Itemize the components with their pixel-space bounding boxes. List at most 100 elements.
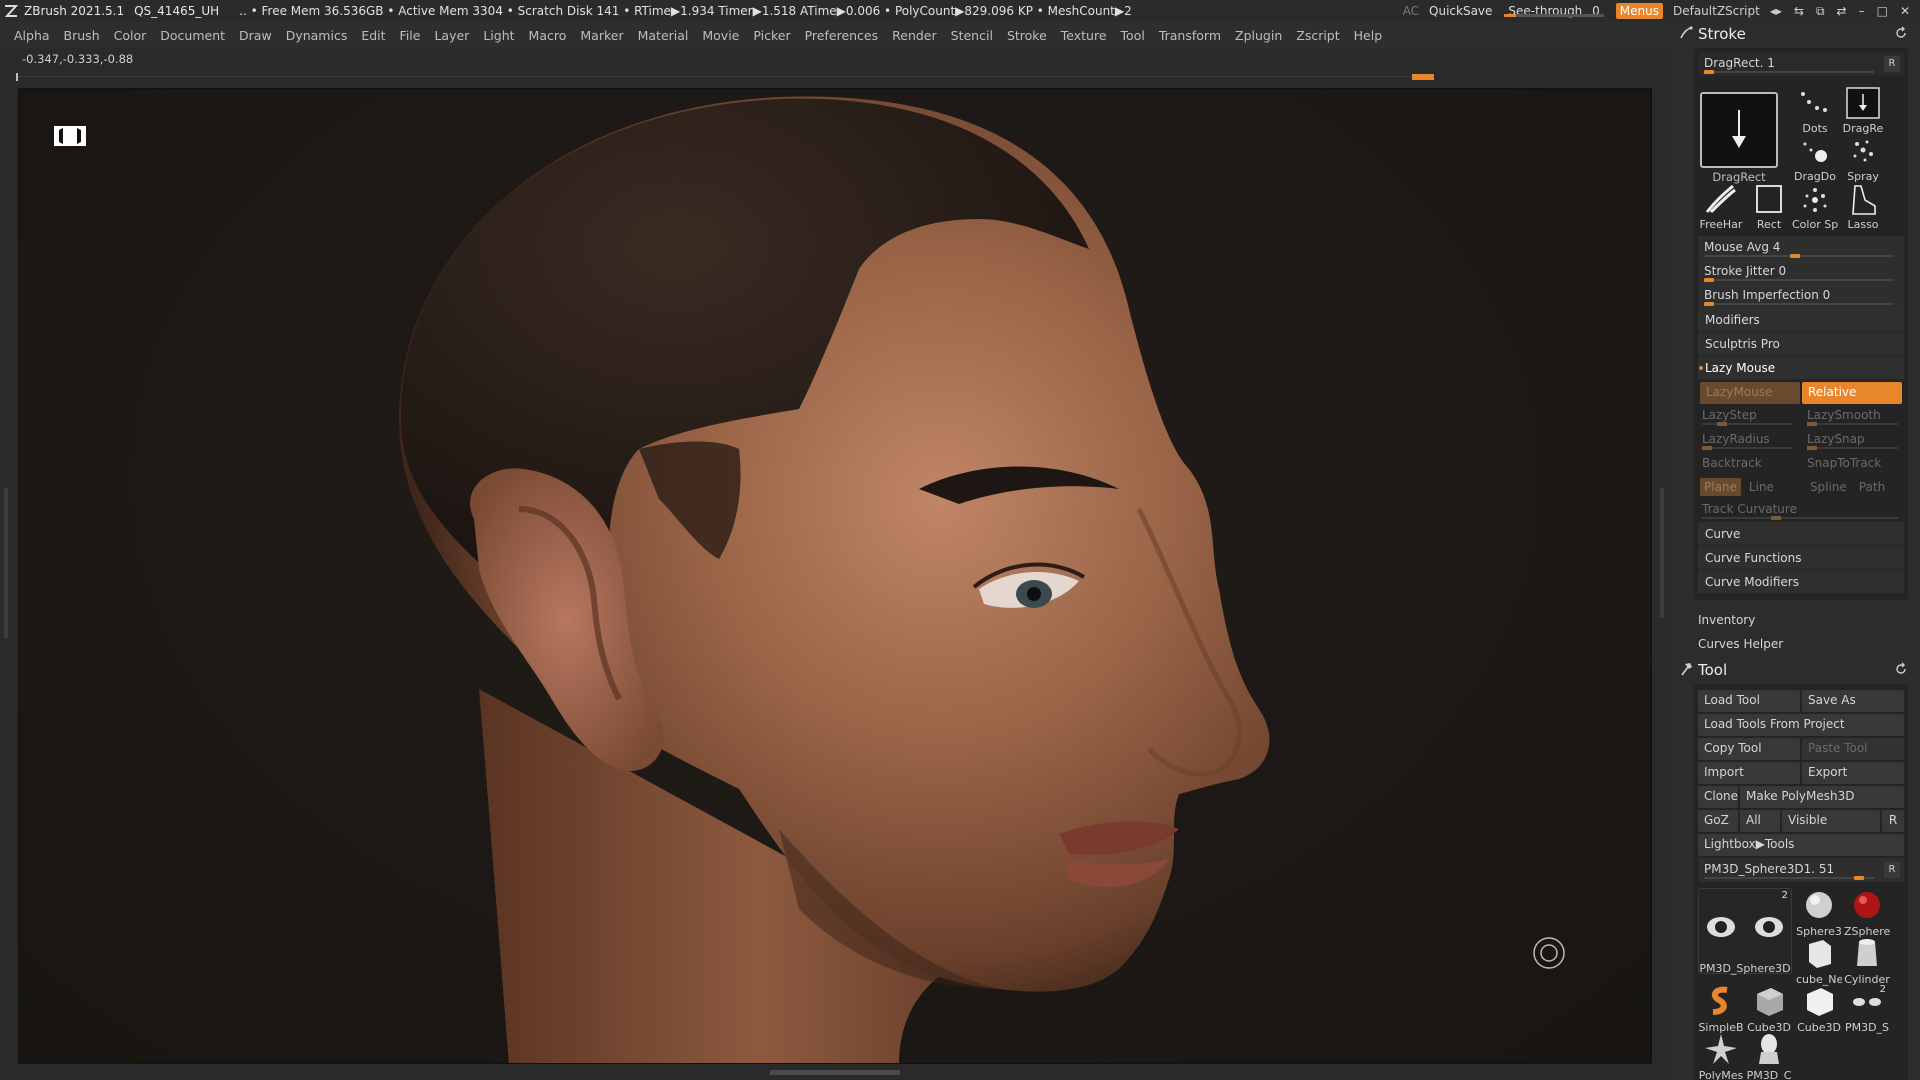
load-tools-from-project-button[interactable]: Load Tools From Project bbox=[1698, 714, 1904, 736]
relative-button[interactable]: Relative bbox=[1802, 382, 1902, 404]
stroke-jitter-slider[interactable]: Stroke Jitter 0 bbox=[1698, 260, 1904, 284]
mode-spline-button[interactable]: Spline bbox=[1806, 478, 1851, 496]
export-button[interactable]: Export bbox=[1802, 762, 1904, 784]
canvas-viewport[interactable] bbox=[18, 88, 1652, 1064]
stroke-r-button[interactable]: R bbox=[1884, 56, 1900, 72]
navigation-gizmo-icon[interactable] bbox=[1532, 936, 1566, 970]
scroll-arrows-icon[interactable]: ⇆ bbox=[1794, 4, 1804, 19]
tool-tile-pm3d-s[interactable]: 2 PM3D_S bbox=[1844, 984, 1890, 1034]
tool-tile-simplebrush[interactable]: SimpleB bbox=[1698, 984, 1744, 1034]
current-tool-slider[interactable]: PM3D_Sphere3D1. 51 R bbox=[1698, 858, 1904, 882]
copy-tool-button[interactable]: Copy Tool bbox=[1698, 738, 1800, 760]
menu-color[interactable]: Color bbox=[114, 28, 147, 43]
left-tray-handle[interactable] bbox=[4, 488, 8, 638]
stroke-lasso[interactable]: Lasso bbox=[1840, 182, 1886, 231]
minimize-icon[interactable]: – bbox=[1859, 4, 1865, 19]
brush-imperfection-slider[interactable]: Brush Imperfection 0 bbox=[1698, 284, 1904, 308]
see-through-slider[interactable]: See-through 0 bbox=[1502, 4, 1605, 18]
menu-material[interactable]: Material bbox=[638, 28, 689, 43]
menu-stroke[interactable]: Stroke bbox=[1007, 28, 1047, 43]
tool-tile-cube3d-a[interactable]: Cube3D bbox=[1746, 984, 1792, 1034]
menu-light[interactable]: Light bbox=[483, 28, 514, 43]
menu-texture[interactable]: Texture bbox=[1061, 28, 1107, 43]
tool-tile-sphere3d[interactable]: Sphere3 bbox=[1796, 888, 1842, 938]
timeline-marker[interactable] bbox=[1412, 74, 1434, 80]
quicksave-button[interactable]: QuickSave bbox=[1429, 4, 1492, 18]
tool-tile-cube-ne[interactable]: cube_Ne bbox=[1796, 936, 1842, 986]
window-stack-icon[interactable]: ⧉ bbox=[1816, 4, 1825, 19]
stroke-current-slider[interactable]: DragRect. 1 R bbox=[1698, 52, 1904, 76]
timeline-track[interactable] bbox=[16, 73, 1434, 81]
import-button[interactable]: Import bbox=[1698, 762, 1800, 784]
menu-zplugin[interactable]: Zplugin bbox=[1235, 28, 1282, 43]
menu-transform[interactable]: Transform bbox=[1159, 28, 1221, 43]
menu-file[interactable]: File bbox=[400, 28, 421, 43]
window-swap-icon[interactable]: ⇄ bbox=[1837, 4, 1847, 19]
menu-tool[interactable]: Tool bbox=[1121, 28, 1145, 43]
menu-render[interactable]: Render bbox=[892, 28, 937, 43]
tool-tile-polymesh[interactable]: PolyMes bbox=[1698, 1032, 1744, 1080]
bottom-tray-handle[interactable] bbox=[770, 1070, 900, 1075]
tool-reset-icon[interactable] bbox=[1894, 662, 1908, 676]
menu-stencil[interactable]: Stencil bbox=[951, 28, 993, 43]
lazystep-slider[interactable]: LazyStep bbox=[1700, 404, 1797, 428]
menu-alpha[interactable]: Alpha bbox=[14, 28, 50, 43]
mode-line-button[interactable]: Line bbox=[1745, 478, 1778, 496]
stroke-dragdot[interactable]: DragDo bbox=[1792, 134, 1838, 183]
mode-path-button[interactable]: Path bbox=[1855, 478, 1889, 496]
menu-macro[interactable]: Macro bbox=[529, 28, 567, 43]
menu-brush[interactable]: Brush bbox=[64, 28, 100, 43]
menu-document[interactable]: Document bbox=[160, 28, 225, 43]
maximize-icon[interactable]: □ bbox=[1877, 4, 1888, 19]
tool-r-button[interactable]: R bbox=[1884, 862, 1900, 878]
lazy-mouse-subpalette[interactable]: Lazy Mouse bbox=[1698, 356, 1904, 380]
sculptris-pro-subpalette[interactable]: Sculptris Pro bbox=[1698, 332, 1904, 356]
goz-r-button[interactable]: R bbox=[1882, 810, 1904, 832]
modifiers-subpalette[interactable]: Modifiers bbox=[1698, 308, 1904, 332]
lightbox-tools-button[interactable]: Lightbox▶Tools bbox=[1698, 834, 1904, 856]
mode-plane-button[interactable]: Plane bbox=[1700, 478, 1741, 496]
stroke-freehand[interactable]: FreeHar bbox=[1698, 182, 1744, 231]
backtrack-button[interactable]: Backtrack bbox=[1700, 452, 1797, 476]
menu-preferences[interactable]: Preferences bbox=[805, 28, 879, 43]
mouse-avg-slider[interactable]: Mouse Avg 4 bbox=[1698, 236, 1904, 260]
clone-button[interactable]: Clone bbox=[1698, 786, 1738, 808]
menu-layer[interactable]: Layer bbox=[434, 28, 469, 43]
tool-palette-header[interactable]: Tool bbox=[1670, 658, 1920, 682]
tool-tile-pm3d-c[interactable]: PM3D_C bbox=[1746, 1032, 1792, 1080]
close-icon[interactable]: ✕ bbox=[1900, 4, 1910, 19]
tool-tile-cylinder[interactable]: Cylinder bbox=[1844, 936, 1890, 986]
perspective-frame-icon[interactable] bbox=[53, 125, 87, 147]
stroke-dots[interactable]: Dots bbox=[1792, 86, 1838, 135]
lazysmooth-slider[interactable]: LazySmooth bbox=[1805, 404, 1902, 428]
menu-dynamics[interactable]: Dynamics bbox=[286, 28, 348, 43]
right-tray-handle[interactable] bbox=[1660, 488, 1664, 618]
stroke-spray[interactable]: Spray bbox=[1840, 134, 1886, 183]
track-curvature-slider[interactable]: Track Curvature bbox=[1700, 498, 1902, 522]
stroke-current-thumb[interactable] bbox=[1700, 92, 1778, 168]
menu-zscript[interactable]: Zscript bbox=[1296, 28, 1339, 43]
menu-marker[interactable]: Marker bbox=[580, 28, 623, 43]
load-tool-button[interactable]: Load Tool bbox=[1698, 690, 1800, 712]
stroke-color-spray[interactable]: Color Sp bbox=[1792, 182, 1838, 231]
menu-help[interactable]: Help bbox=[1354, 28, 1383, 43]
snaptotrack-button[interactable]: SnapToTrack bbox=[1805, 452, 1902, 476]
lazysnap-slider[interactable]: LazySnap bbox=[1805, 428, 1902, 452]
menu-picker[interactable]: Picker bbox=[753, 28, 790, 43]
make-polymesh3d-button[interactable]: Make PolyMesh3D bbox=[1740, 786, 1904, 808]
save-as-button[interactable]: Save As bbox=[1802, 690, 1904, 712]
lazymouse-button[interactable]: LazyMouse bbox=[1700, 382, 1800, 404]
curve-modifiers-subpalette[interactable]: Curve Modifiers bbox=[1698, 570, 1904, 594]
script-selector[interactable]: DefaultZScript bbox=[1673, 4, 1760, 18]
goz-all-button[interactable]: All bbox=[1740, 810, 1780, 832]
tool-tile-cube3d-b[interactable]: Cube3D bbox=[1796, 984, 1842, 1034]
menu-draw[interactable]: Draw bbox=[239, 28, 272, 43]
layout-arrows-icon[interactable]: ◂▸ bbox=[1770, 4, 1782, 19]
stroke-rect[interactable]: Rect bbox=[1746, 182, 1792, 231]
current-tool-tile[interactable]: 2 PM3D_Sphere3D bbox=[1698, 888, 1792, 975]
paste-tool-button[interactable]: Paste Tool bbox=[1802, 738, 1904, 760]
stroke-dragrect[interactable]: DragRe bbox=[1840, 86, 1886, 135]
menus-button[interactable]: Menus bbox=[1615, 3, 1663, 19]
inventory-palette[interactable]: Inventory bbox=[1684, 608, 1920, 632]
goz-visible-button[interactable]: Visible bbox=[1782, 810, 1880, 832]
